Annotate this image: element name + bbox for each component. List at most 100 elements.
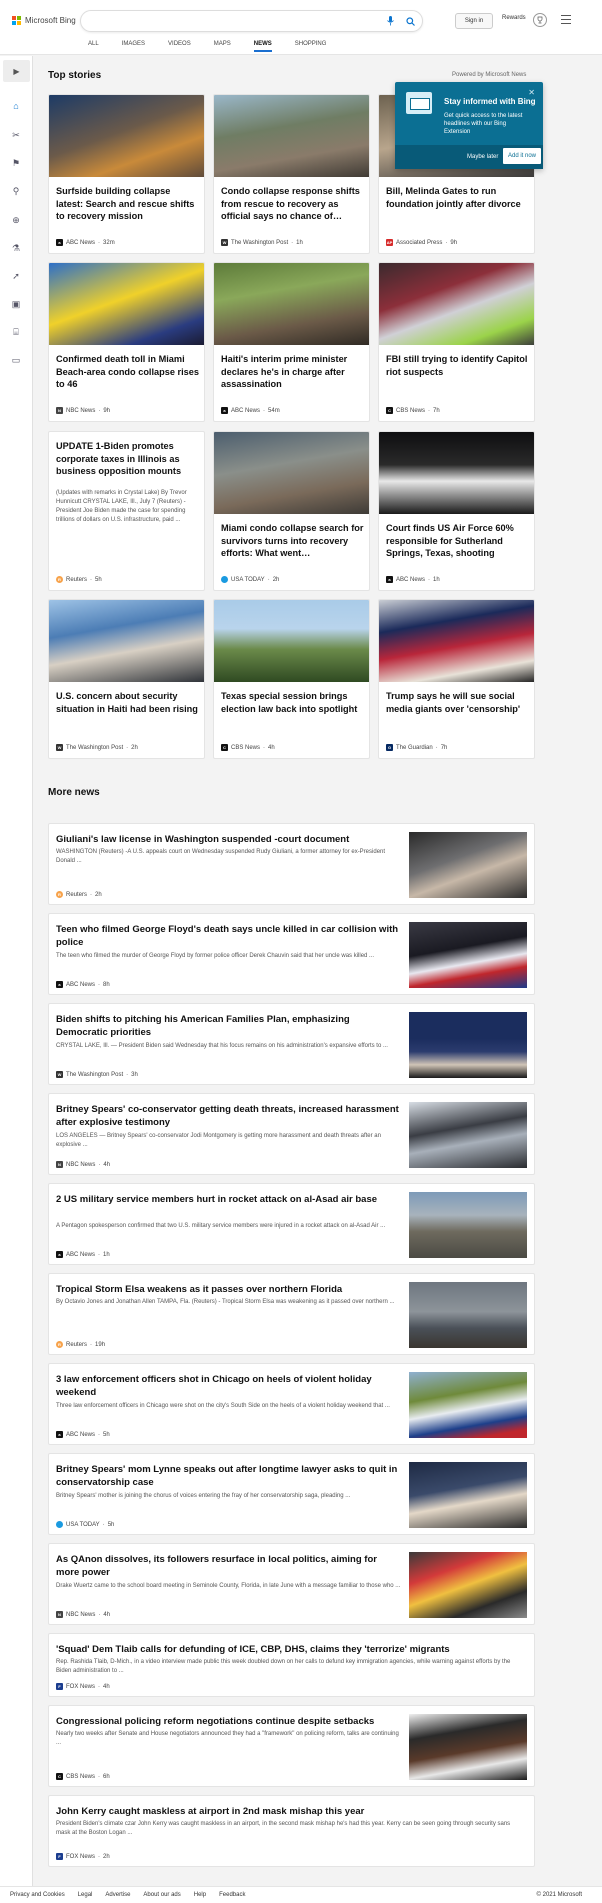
rewards-trophy-icon[interactable] bbox=[533, 13, 547, 27]
news-image[interactable] bbox=[409, 922, 527, 988]
rocket-icon[interactable]: ➚ bbox=[9, 269, 23, 283]
microphone-icon[interactable] bbox=[384, 15, 396, 27]
footer-link-legal[interactable]: Legal bbox=[78, 1892, 93, 1898]
news-item[interactable]: As QAnon dissolves, its followers resurf… bbox=[48, 1543, 535, 1625]
tab-shopping[interactable]: SHOPPING bbox=[295, 41, 327, 52]
footer-link-feedback[interactable]: Feedback bbox=[219, 1892, 245, 1898]
news-image[interactable] bbox=[409, 832, 527, 898]
story-image[interactable] bbox=[49, 600, 204, 682]
news-item[interactable]: 2 US military service members hurt in ro… bbox=[48, 1183, 535, 1265]
news-title[interactable]: Britney Spears' mom Lynne speaks out aft… bbox=[56, 1463, 401, 1489]
story-card[interactable]: Court finds US Air Force 60% responsible… bbox=[378, 431, 535, 591]
news-image[interactable] bbox=[409, 1012, 527, 1078]
story-title[interactable]: Surfside building collapse latest: Searc… bbox=[56, 185, 199, 223]
footer-link-advertise[interactable]: Advertise bbox=[105, 1892, 130, 1898]
story-card[interactable]: U.S. concern about security situation in… bbox=[48, 599, 205, 759]
story-image[interactable] bbox=[379, 432, 534, 514]
home-icon[interactable]: ⌂ bbox=[9, 99, 23, 113]
search-input[interactable] bbox=[80, 10, 423, 32]
news-item[interactable]: Britney Spears' mom Lynne speaks out aft… bbox=[48, 1453, 535, 1535]
story-title[interactable]: Haiti's interim prime minister declares … bbox=[221, 353, 364, 391]
news-title[interactable]: 2 US military service members hurt in ro… bbox=[56, 1193, 401, 1206]
tools-icon[interactable]: ✂ bbox=[9, 128, 23, 142]
tab-images[interactable]: IMAGES bbox=[122, 41, 145, 52]
story-title[interactable]: U.S. concern about security situation in… bbox=[56, 690, 199, 715]
news-source[interactable]: G The Guardian · 7h bbox=[386, 744, 447, 751]
story-title[interactable]: Condo collapse response shifts from resc… bbox=[221, 185, 364, 223]
sign-in-button[interactable]: Sign in bbox=[455, 13, 493, 29]
footer-link-privacy-and-cookies[interactable]: Privacy and Cookies bbox=[10, 1892, 65, 1898]
news-source[interactable]: C CBS News · 7h bbox=[386, 407, 440, 414]
tab-maps[interactable]: MAPS bbox=[214, 41, 231, 52]
news-image[interactable] bbox=[409, 1192, 527, 1258]
news-source[interactable]: F FOX News · 2h bbox=[56, 1853, 110, 1860]
news-source[interactable]: a ABC News · 1h bbox=[386, 576, 440, 583]
story-title[interactable]: UPDATE 1-Biden promotes corporate taxes … bbox=[56, 440, 199, 478]
news-title[interactable]: Britney Spears' co-conservator getting d… bbox=[56, 1103, 401, 1129]
story-card[interactable]: FBI still trying to identify Capitol rio… bbox=[378, 262, 535, 422]
story-card[interactable]: Surfside building collapse latest: Searc… bbox=[48, 94, 205, 254]
news-title[interactable]: 3 law enforcement officers shot in Chica… bbox=[56, 1373, 401, 1399]
bing-logo[interactable]: Microsoft Bing bbox=[12, 16, 76, 25]
story-card[interactable]: Confirmed death toll in Miami Beach-area… bbox=[48, 262, 205, 422]
news-source[interactable]: a ABC News · 32m bbox=[56, 239, 115, 246]
news-title[interactable]: Tropical Storm Elsa weakens as it passes… bbox=[56, 1283, 401, 1296]
story-card[interactable]: Texas special session brings election la… bbox=[213, 599, 370, 759]
news-source[interactable]: R Reuters · 19h bbox=[56, 1341, 105, 1348]
news-item[interactable]: Teen who filmed George Floyd's death say… bbox=[48, 913, 535, 995]
search-icon[interactable] bbox=[404, 15, 416, 27]
maybe-later-button[interactable]: Maybe later bbox=[467, 154, 498, 160]
news-title[interactable]: As QAnon dissolves, its followers resurf… bbox=[56, 1553, 401, 1579]
tab-videos[interactable]: VIDEOS bbox=[168, 41, 191, 52]
science-icon[interactable]: ⚗ bbox=[9, 241, 23, 255]
news-source[interactable]: R Reuters · 5h bbox=[56, 576, 102, 583]
news-source[interactable]: C CBS News · 4h bbox=[221, 744, 275, 751]
story-image[interactable] bbox=[379, 600, 534, 682]
story-image[interactable] bbox=[49, 95, 204, 177]
news-source[interactable]: a ABC News · 54m bbox=[221, 407, 280, 414]
news-image[interactable] bbox=[409, 1372, 527, 1438]
news-source[interactable]: USA TODAY · 5h bbox=[56, 1521, 114, 1528]
story-image[interactable] bbox=[49, 263, 204, 345]
news-image[interactable] bbox=[409, 1282, 527, 1348]
flag-icon[interactable]: ⚑ bbox=[9, 156, 23, 170]
news-title[interactable]: Giuliani's law license in Washington sus… bbox=[56, 833, 401, 846]
story-title[interactable]: Texas special session brings election la… bbox=[221, 690, 364, 715]
news-source[interactable]: C CBS News · 6h bbox=[56, 1773, 110, 1780]
menu-icon[interactable] bbox=[561, 15, 571, 24]
money-icon[interactable]: ▭ bbox=[9, 353, 23, 367]
news-title[interactable]: John Kerry caught maskless at airport in… bbox=[56, 1805, 526, 1818]
news-source[interactable]: USA TODAY · 2h bbox=[221, 576, 279, 583]
tab-news[interactable]: NEWS bbox=[253, 41, 272, 52]
story-title[interactable]: Miami condo collapse search for survivor… bbox=[221, 522, 364, 560]
story-title[interactable]: Confirmed death toll in Miami Beach-area… bbox=[56, 353, 199, 391]
story-card[interactable]: Condo collapse response shifts from resc… bbox=[213, 94, 370, 254]
news-source[interactable]: N NBC News · 4h bbox=[56, 1161, 110, 1168]
news-item[interactable]: Congressional policing reform negotiatio… bbox=[48, 1705, 535, 1787]
news-image[interactable] bbox=[409, 1552, 527, 1618]
news-item[interactable]: Tropical Storm Elsa weakens as it passes… bbox=[48, 1273, 535, 1355]
globe-icon[interactable]: ⊕ bbox=[9, 213, 23, 227]
news-image[interactable] bbox=[409, 1102, 527, 1168]
story-card[interactable]: UPDATE 1-Biden promotes corporate taxes … bbox=[48, 431, 205, 591]
news-source[interactable]: N NBC News · 4h bbox=[56, 1611, 110, 1618]
news-source[interactable]: F FOX News · 4h bbox=[56, 1683, 110, 1690]
story-image[interactable] bbox=[214, 432, 369, 514]
news-source[interactable]: a ABC News · 5h bbox=[56, 1431, 110, 1438]
story-card[interactable]: Trump says he will sue social media gian… bbox=[378, 599, 535, 759]
story-card[interactable]: Miami condo collapse search for survivor… bbox=[213, 431, 370, 591]
news-title[interactable]: Congressional policing reform negotiatio… bbox=[56, 1715, 401, 1728]
close-icon[interactable]: ✕ bbox=[528, 88, 535, 97]
story-image[interactable] bbox=[214, 95, 369, 177]
tab-all[interactable]: ALL bbox=[88, 41, 99, 52]
news-title[interactable]: Biden shifts to pitching his American Fa… bbox=[56, 1013, 401, 1039]
story-title[interactable]: FBI still trying to identify Capitol rio… bbox=[386, 353, 529, 378]
story-image[interactable] bbox=[379, 263, 534, 345]
news-source[interactable]: W The Washington Post · 1h bbox=[221, 239, 303, 246]
news-title[interactable]: 'Squad' Dem Tlaib calls for defunding of… bbox=[56, 1643, 526, 1656]
news-source[interactable]: N NBC News · 9h bbox=[56, 407, 110, 414]
add-it-now-button[interactable]: Add it now bbox=[503, 148, 541, 164]
news-image[interactable] bbox=[409, 1462, 527, 1528]
news-item[interactable]: Giuliani's law license in Washington sus… bbox=[48, 823, 535, 905]
story-title[interactable]: Court finds US Air Force 60% responsible… bbox=[386, 522, 529, 560]
